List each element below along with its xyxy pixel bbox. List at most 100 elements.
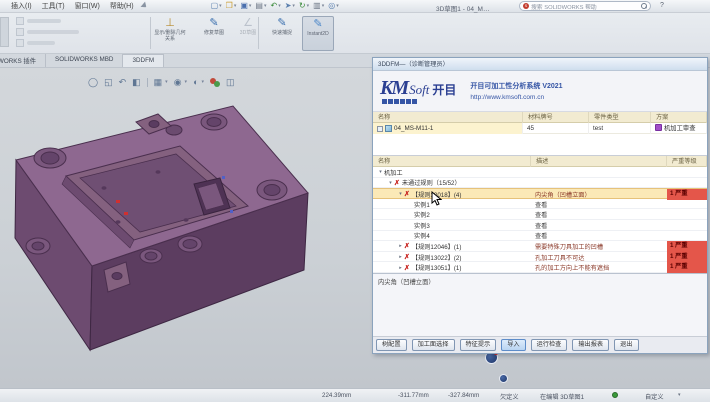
help-button[interactable]: ? (660, 2, 664, 9)
menu-item-2[interactable]: 窗口(W) (70, 1, 105, 11)
disabled-tool-icon (16, 17, 24, 25)
panel-button-输出报表[interactable]: 输出报表 (572, 339, 610, 351)
part-checkbox[interactable] (377, 125, 383, 132)
mouse-cursor (431, 191, 442, 206)
tree-expander-icon[interactable]: ▾ (387, 180, 394, 186)
panel-button-树配置[interactable]: 树配置 (376, 339, 407, 351)
apply-scene-icon[interactable]: ◫ (226, 78, 235, 87)
result-row-9[interactable]: ▸ ✗ 【规则13051】(1) 孔的加工方向上不能有遮挡 1 严重 (373, 262, 707, 273)
col-header-severity[interactable]: 严重等级 (667, 156, 707, 167)
product-url[interactable]: http://www.kmsoft.com.cn (470, 94, 562, 101)
undo-icon[interactable]: ↶ ▾ (270, 2, 280, 10)
edit-appearance-icon[interactable] (210, 78, 221, 87)
menu-item-1[interactable]: 工具(T) (37, 1, 70, 11)
result-row-8[interactable]: ▸ ✗ 【规则13022】(2) 孔加工刀具不可达 1 严重 (373, 251, 707, 263)
parts-table: 名称 材料牌号 零件类型 方案 04_MS-M11-1 45 test 机加工审… (373, 112, 707, 156)
hide-show-items-icon[interactable]: ◐ (193, 78, 198, 87)
search-icon[interactable] (641, 3, 647, 9)
tree-expander-icon[interactable]: ▾ (397, 191, 404, 197)
options-icon[interactable]: ◎ ▾ (328, 2, 339, 10)
clipped-tool-icon (0, 17, 9, 47)
sketch-point-blue (222, 176, 225, 179)
file-properties-icon[interactable]: ▥ ▾ (313, 2, 324, 10)
col-header-name[interactable]: 名称 (373, 112, 523, 123)
window-title: 3D草图1 - 04_M… (436, 6, 490, 13)
save-icon[interactable]: ▣ ▾ (240, 2, 251, 10)
ribbon-button-label: Instant2D (307, 31, 329, 37)
result-row-6[interactable]: 实例4 查看 (373, 231, 707, 242)
pin-icon[interactable] (140, 1, 150, 11)
tab-3ddfm[interactable]: 3DDFM (123, 54, 165, 67)
ribbon-button-relations[interactable]: ⊥ 显示/删除几何关系 (154, 16, 186, 51)
col-header-name[interactable]: 名称 (373, 156, 531, 167)
title-bar: 插入(I) 工具(T) 窗口(W) 帮助(H) ▢ ▾ ❒ ▾ ▣ ▾ ▤ ▾ ↶ ▾ ➤ ▾ ↻ ▾ ▥ ▾ ◎ ▾ … (0, 0, 710, 13)
rule-description: 内尖角（凹槽立面） (535, 191, 591, 199)
view-link[interactable]: 查看 (531, 221, 667, 230)
messenger-avatar-icon-small[interactable] (499, 374, 508, 383)
panel-title[interactable]: 3DDFM—（诊断管理员） (373, 58, 707, 71)
instant2d-icon: ✎ (313, 18, 323, 30)
tab-solidworks-mbd[interactable]: SOLIDWORKS MBD (46, 54, 124, 67)
section-view-icon[interactable]: ◧ (132, 78, 141, 87)
result-row-4[interactable]: 实例2 查看 (373, 209, 707, 220)
result-name: 【规则13051】(1) (411, 265, 462, 273)
result-name: 机加工 (384, 169, 403, 177)
tree-expander-icon[interactable]: ▾ (377, 169, 384, 175)
print-icon[interactable]: ▤ ▾ (255, 2, 266, 10)
open-icon[interactable]: ❒ ▾ (226, 2, 237, 10)
tagline-square (394, 99, 399, 104)
result-name: 【规则12046】(1) (411, 243, 462, 251)
heads-up-view-toolbar: ◯ ◱ ↶ ◧ ▦ ▾ ◉ ▾ ◐ ▾ ◫ (88, 77, 235, 87)
chevron-down-icon[interactable]: ▾ (678, 392, 681, 398)
view-link[interactable]: 查看 (531, 231, 667, 240)
part-plan[interactable]: 机加工审查 (651, 123, 707, 134)
ribbon-button-repair-sketch[interactable]: ✎ 修复草图 (198, 16, 230, 51)
panel-button-特征提示[interactable]: 特征提示 (459, 339, 497, 351)
custom-toolbar-toggle[interactable]: 自定义 (645, 392, 664, 401)
view-link[interactable]: 查看 (531, 200, 667, 209)
select-icon[interactable]: ➤ ▾ (285, 2, 295, 10)
previous-view-icon[interactable]: ↶ (119, 78, 127, 87)
col-header-desc[interactable]: 描述 (531, 156, 667, 167)
result-row-0[interactable]: ▾ 机加工 (373, 167, 707, 178)
tab-solidworks-插件[interactable]: SOLIDWORKS 插件 (0, 54, 47, 67)
result-row-5[interactable]: 实例3 查看 (373, 220, 707, 231)
zoom-fit-icon[interactable]: ◯ (88, 78, 98, 87)
menu-item-0[interactable]: 插入(I) (6, 1, 37, 11)
result-row-1[interactable]: ▾ ✗ 未通过规则（15/52） (373, 178, 707, 189)
ribbon-button-label: 快速捕捉 (271, 30, 292, 36)
rebuild-icon[interactable]: ↻ ▾ (299, 2, 309, 10)
ribbon-toolbar: ⊥ 显示/删除几何关系 ✎ 修复草图 ∠ 3D草图 ✎ 快速捕捉 ✎ Instant2D (0, 13, 710, 54)
result-row-7[interactable]: ▸ ✗ 【规则12046】(1) 需要特殊刀具加工的凹槽 1 严重 (373, 241, 707, 252)
col-header-material[interactable]: 材料牌号 (523, 112, 589, 123)
tree-expander-icon[interactable]: ▸ (397, 243, 404, 249)
tree-expander-icon[interactable]: ▸ (397, 265, 404, 271)
search-input[interactable]: 搜索 SOLIDWORKS 帮助 (531, 2, 641, 11)
ribbon-button-instant2d[interactable]: ✎ Instant2D (302, 16, 334, 51)
menu-item-3[interactable]: 帮助(H) (105, 1, 139, 11)
panel-button-导入[interactable]: 导入 (501, 339, 526, 351)
view-orientation-icon[interactable]: ▦ (154, 78, 163, 87)
quick-access-toolbar: ▢ ▾ ❒ ▾ ▣ ▾ ▤ ▾ ↶ ▾ ➤ ▾ ↻ ▾ ▥ ▾ ◎ ▾ (209, 2, 341, 10)
result-row-2[interactable]: ▾✗【规则12018】(4)内尖角（凹槽立面）1 严重 (373, 188, 707, 200)
zoom-area-icon[interactable]: ◱ (104, 78, 113, 87)
col-header-parttype[interactable]: 零件类型 (589, 112, 651, 123)
new-document-icon[interactable]: ▢ ▾ (211, 2, 222, 10)
panel-button-运行检查[interactable]: 运行检查 (530, 339, 568, 351)
col-header-plan[interactable]: 方案 (651, 112, 707, 123)
ribbon-button-quick-snaps[interactable]: ✎ 快速捕捉 (266, 16, 298, 51)
part-row[interactable]: 04_MS-M11-1 45 test 机加工审查 (373, 123, 707, 134)
part-cube-icon (385, 125, 392, 132)
model-3d-mold-plate[interactable] (8, 98, 364, 388)
severity-cell (667, 220, 707, 231)
panel-button-加工面选择[interactable]: 加工面选择 (411, 339, 455, 351)
plan-icon (655, 124, 662, 131)
search-box[interactable]: S 搜索 SOLIDWORKS 帮助 (519, 1, 651, 11)
tree-expander-icon[interactable]: ▸ (397, 254, 404, 260)
result-row-3[interactable]: 实例1 查看 (373, 199, 707, 210)
display-style-icon[interactable]: ◉ (174, 78, 182, 87)
severity-cell (667, 209, 707, 220)
view-link[interactable]: 查看 (531, 210, 667, 219)
panel-button-退出[interactable]: 退出 (614, 339, 639, 351)
part-type: test (589, 123, 651, 134)
